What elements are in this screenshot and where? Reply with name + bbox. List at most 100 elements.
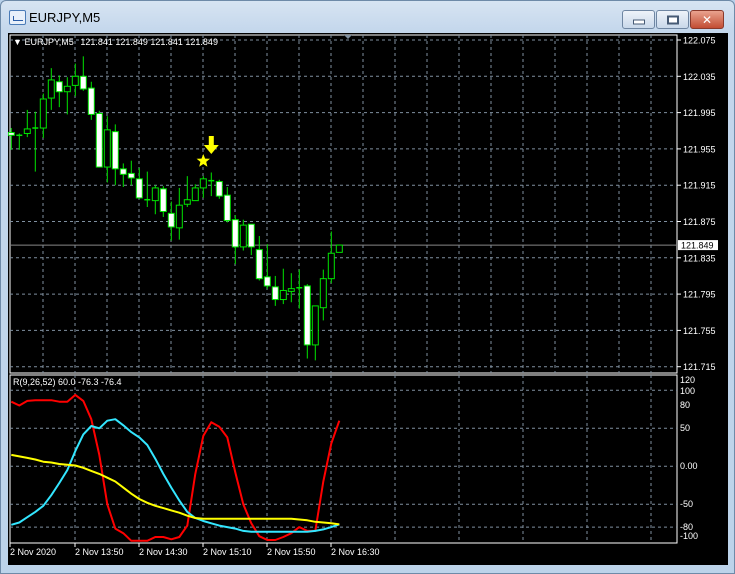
- indicator-tick-label: 50: [680, 423, 690, 433]
- candle-body-bear: [135, 178, 143, 199]
- price-chart[interactable]: 122.075 122.035 121.995 121.955 121.915 121.8…: [8, 33, 728, 565]
- candle-body-bear: [271, 286, 279, 301]
- price-tick-label: 121.715: [683, 362, 716, 372]
- dropdown-triangle-icon: ▼: [13, 37, 22, 47]
- candle: [63, 77, 71, 115]
- price-tick-label: 121.835: [683, 253, 716, 263]
- time-tick-label: 2 Nov 15:10: [203, 547, 252, 557]
- bid-price-label: 121.849: [681, 241, 714, 251]
- candle: [175, 187, 183, 240]
- candle: [95, 110, 103, 168]
- candle: [151, 185, 159, 215]
- symbol-menu[interactable]: ▼ EURJPY,M5 121.841 121.849 121.841 121.…: [13, 37, 218, 47]
- time-tick-label: 2 Nov 13:50: [75, 547, 124, 557]
- indicator-line: [11, 418, 340, 533]
- time-tick-label: 2 Nov 2020: [10, 547, 56, 557]
- candle: [311, 305, 319, 361]
- candle-body-bull: [151, 187, 159, 202]
- candle: [199, 176, 207, 198]
- candle-body-bull: [23, 128, 31, 134]
- indicator-tick-label: -50: [680, 499, 693, 509]
- candle: [271, 275, 279, 306]
- candle-body-bear: [127, 172, 135, 179]
- window-title: EURJPY,M5: [29, 10, 101, 25]
- candle-body-bull: [239, 224, 247, 248]
- candle: [39, 93, 47, 139]
- candle: [87, 81, 95, 120]
- candle-body-bear: [95, 113, 103, 168]
- candle: [71, 63, 79, 97]
- candle: [191, 184, 199, 202]
- candle-body-bull: [279, 289, 287, 301]
- candle: [183, 176, 191, 207]
- candle: [144, 171, 151, 207]
- candle-body-bull: [199, 178, 207, 189]
- candle: [135, 167, 143, 199]
- candle: [167, 201, 175, 241]
- candle: [231, 215, 239, 265]
- candle: [119, 163, 127, 188]
- close-icon: ✕: [701, 12, 713, 27]
- candle-body-bull: [311, 305, 319, 346]
- price-tick-label: 121.915: [683, 181, 716, 191]
- chart-window-icon: [9, 10, 26, 25]
- candle: [303, 284, 311, 359]
- symbol-label: EURJPY,M5: [24, 37, 74, 47]
- candle: [111, 124, 119, 186]
- time-tick-label: 2 Nov 16:30: [331, 547, 380, 557]
- candle-body-bear: [215, 181, 223, 197]
- candle: [215, 179, 223, 199]
- candle: [335, 244, 343, 253]
- minimize-button[interactable]: [622, 10, 655, 29]
- candle: [159, 186, 167, 217]
- candle-body-bull: [47, 79, 55, 99]
- candle-body-bull: [183, 199, 191, 205]
- candle-body-bear: [223, 194, 231, 222]
- candle-body-bull: [191, 187, 199, 202]
- candle-body-bear: [231, 219, 239, 248]
- candle: [208, 172, 215, 197]
- price-tick-label: 121.995: [683, 108, 716, 118]
- candle-body-bear: [111, 131, 119, 170]
- chart-area[interactable]: 122.075 122.035 121.995 121.955 121.915 121.8…: [8, 33, 728, 565]
- candle: [127, 160, 135, 186]
- candle: [247, 223, 255, 256]
- candle-body-bull: [103, 129, 111, 168]
- price-tick-label: 121.755: [683, 326, 716, 336]
- down-arrow-icon: [203, 136, 219, 154]
- candle: [47, 68, 55, 110]
- candle-body-bear: [119, 168, 127, 175]
- candle: [296, 269, 303, 309]
- candle-body-bull: [327, 252, 335, 280]
- maximize-button[interactable]: [656, 10, 689, 29]
- indicator-pane-border: [9, 374, 678, 544]
- candle: [287, 273, 295, 303]
- time-tick-label: 2 Nov 15:50: [267, 547, 316, 557]
- candle: [263, 244, 271, 289]
- price-tick-label: 121.795: [683, 290, 716, 300]
- price-tick-label: 121.955: [683, 144, 716, 154]
- candle-body-bull: [71, 75, 79, 86]
- candle-body-bear: [263, 276, 271, 287]
- candle: [23, 109, 31, 138]
- candle: [16, 133, 23, 150]
- candle-body-bull: [335, 244, 343, 253]
- candle-body-bear: [159, 188, 167, 213]
- candle-body-bull: [319, 278, 327, 309]
- price-tick-label: 121.875: [683, 217, 716, 227]
- indicator-tick-label: 80: [680, 400, 690, 410]
- ohlc-label: 121.841 121.849 121.841 121.849: [80, 37, 218, 47]
- close-button[interactable]: ✕: [690, 10, 724, 29]
- candle: [8, 128, 15, 150]
- chart-shift-marker: [344, 35, 352, 39]
- indicator-tick-label: 120: [680, 375, 695, 385]
- candle-body-bear: [55, 81, 63, 93]
- candle-body-bear: [303, 285, 311, 346]
- candle: [103, 116, 111, 183]
- candle: [319, 269, 327, 321]
- candle: [79, 56, 87, 91]
- candle: [327, 231, 335, 284]
- candle: [239, 219, 247, 251]
- price-tick-label: 122.075: [683, 36, 716, 46]
- candle-body-bear: [8, 132, 15, 136]
